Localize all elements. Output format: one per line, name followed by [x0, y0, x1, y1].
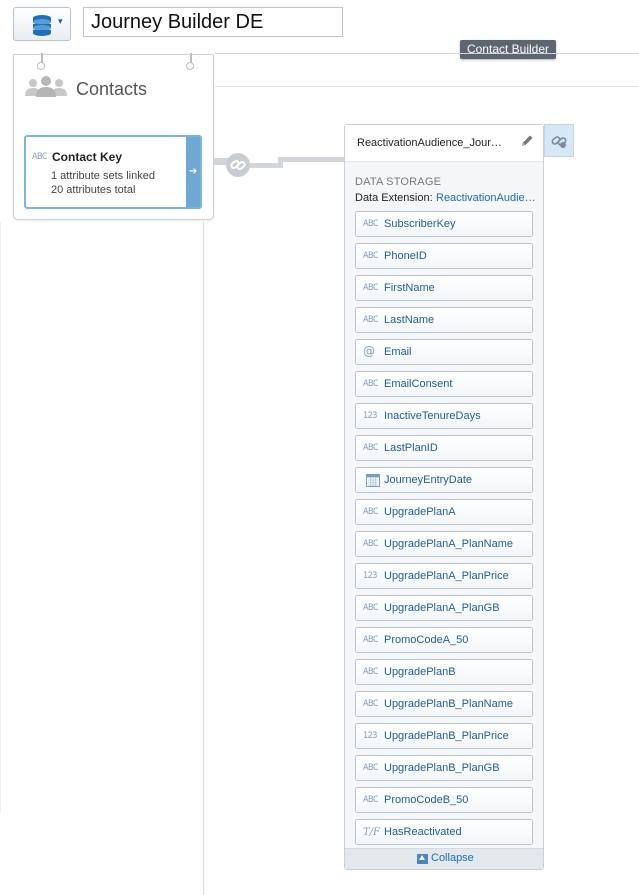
attribute-field-name: UpgradePlanA	[384, 506, 456, 518]
text-type-icon: ABC	[363, 699, 379, 709]
collapse-button[interactable]: Collapse	[345, 848, 543, 869]
text-type-icon: ABC	[363, 795, 379, 805]
attribute-field-name: LastPlanID	[384, 442, 438, 454]
attribute-field[interactable]: ABC EmailConsent	[355, 371, 533, 397]
chain-link-icon	[230, 160, 246, 170]
text-type-icon: ABC	[363, 539, 379, 549]
contact-key-attribute[interactable]: ABC Contact Key 1 attribute sets linked …	[24, 135, 202, 209]
data-storage-heading: DATA STORAGE	[355, 176, 442, 188]
pin-icon	[37, 53, 45, 70]
contact-key-label: Contact Key	[52, 150, 123, 164]
text-type-icon: ABC	[32, 152, 48, 162]
attribute-field-name: JourneyEntryDate	[384, 474, 473, 486]
attribute-field[interactable]: ABC UpgradePlanA_PlanGB	[355, 595, 533, 621]
data-extension-link[interactable]: ReactivationAudience_JourneyEntry	[436, 192, 536, 204]
column-divider	[0, 222, 1, 812]
attribute-field[interactable]: ABC FirstName	[355, 275, 533, 301]
relationship-line	[278, 157, 345, 162]
boolean-type-icon: T/F	[363, 827, 380, 838]
attributes-total-text: 20 attributes total	[51, 184, 136, 196]
divider	[215, 53, 639, 54]
attribute-field-name: PromoCodeB_50	[384, 794, 469, 806]
column-divider	[203, 222, 204, 895]
number-type-icon: 123	[363, 411, 377, 421]
card-header: ReactivationAudience_JourneyEntry	[345, 125, 543, 162]
text-type-icon: ABC	[363, 283, 379, 293]
text-type-icon: ABC	[363, 443, 379, 453]
chain-link-icon	[551, 136, 567, 148]
email-type-icon: @	[363, 344, 375, 358]
attribute-field[interactable]: ABC UpgradePlanB_PlanGB	[355, 755, 533, 781]
attribute-field-name: UpgradePlanB	[384, 666, 456, 678]
sets-linked-text: 1 attribute sets linked	[51, 170, 155, 182]
text-type-icon: ABC	[363, 603, 379, 613]
attribute-field[interactable]: ABC SubscriberKey	[355, 211, 533, 237]
attribute-field[interactable]: T/F HasReactivated	[355, 819, 533, 845]
link-attribute-set-button[interactable]	[544, 124, 574, 157]
database-stack-icon	[33, 15, 51, 36]
attribute-field-name: HasReactivated	[384, 826, 462, 838]
caret-down-icon: ▾	[58, 16, 63, 26]
collapse-label: Collapse	[431, 852, 474, 864]
attribute-field-name: UpgradePlanB_PlanPrice	[384, 730, 509, 742]
attribute-field-name: InactiveTenureDays	[384, 410, 481, 422]
collapse-up-icon	[417, 854, 428, 864]
attribute-field-name: SubscriberKey	[384, 218, 456, 230]
attribute-field[interactable]: ABC UpgradePlanB	[355, 659, 533, 685]
data-source-title-input[interactable]	[83, 7, 343, 37]
attribute-field-name: FirstName	[384, 282, 435, 294]
text-type-icon: ABC	[363, 667, 379, 677]
pencil-edit-icon[interactable]	[520, 134, 534, 148]
text-type-icon: ABC	[363, 251, 379, 261]
attribute-field-name: PromoCodeA_50	[384, 634, 469, 646]
attribute-field-name: UpgradePlanB_PlanName	[384, 698, 514, 710]
text-type-icon: ABC	[363, 763, 379, 773]
text-type-icon: ABC	[363, 379, 379, 389]
text-type-icon: ABC	[363, 315, 379, 325]
relationship-link-button[interactable]	[226, 153, 250, 177]
expand-arrow-button[interactable]: ➔	[186, 137, 200, 207]
data-extension-label: Data Extension:	[355, 192, 433, 204]
people-group-icon	[25, 76, 67, 97]
attribute-field-name: UpgradePlanB_PlanGB	[384, 762, 500, 774]
tooltip: Contact Builder	[460, 40, 556, 59]
attribute-field[interactable]: ABC PhoneID	[355, 243, 533, 269]
arrow-right-icon: ➔	[189, 166, 198, 177]
attribute-field[interactable]: ABC LastPlanID	[355, 435, 533, 461]
relationship-line	[250, 163, 280, 168]
attribute-field-name: EmailConsent	[384, 378, 453, 390]
attribute-field-name: Email	[384, 346, 412, 358]
date-type-icon	[366, 474, 380, 487]
number-type-icon: 123	[363, 731, 377, 741]
data-extension-name: ReactivationAudience_JourneyEntry	[357, 137, 507, 149]
attribute-field[interactable]: ABC UpgradePlanB_PlanName	[355, 691, 533, 717]
attribute-field[interactable]: ABC UpgradePlanA	[355, 499, 533, 525]
pin-icon	[186, 53, 194, 70]
contacts-title: Contacts	[76, 79, 148, 99]
attribute-field-name: UpgradePlanA_PlanName	[384, 538, 514, 550]
data-extension-card[interactable]: ReactivationAudience_JourneyEntry DATA S…	[344, 124, 544, 870]
attribute-field[interactable]: 123 UpgradePlanB_PlanPrice	[355, 723, 533, 749]
attribute-field-name: LastName	[384, 314, 435, 326]
attribute-field[interactable]: ABC UpgradePlanA_PlanName	[355, 531, 533, 557]
text-type-icon: ABC	[363, 507, 379, 517]
divider	[215, 86, 639, 87]
attribute-field-name: UpgradePlanA_PlanGB	[384, 602, 500, 614]
contacts-card[interactable]: Contacts ABC Contact Key 1 attribute set…	[13, 53, 214, 220]
text-type-icon: ABC	[363, 219, 379, 229]
attribute-field[interactable]: ABC LastName	[355, 307, 533, 333]
attribute-field-name: PhoneID	[384, 250, 427, 262]
attribute-field[interactable]: @ Email	[355, 339, 533, 365]
number-type-icon: 123	[363, 571, 377, 581]
attribute-field-name: UpgradePlanA_PlanPrice	[384, 570, 509, 582]
attribute-field[interactable]: JourneyEntryDate	[355, 467, 533, 493]
attribute-field[interactable]: 123 UpgradePlanA_PlanPrice	[355, 563, 533, 589]
data-source-dropdown-button[interactable]: ▾	[13, 7, 71, 41]
text-type-icon: ABC	[363, 635, 379, 645]
attribute-field[interactable]: 123 InactiveTenureDays	[355, 403, 533, 429]
attribute-field[interactable]: ABC PromoCodeA_50	[355, 627, 533, 653]
attribute-field[interactable]: ABC PromoCodeB_50	[355, 787, 533, 813]
